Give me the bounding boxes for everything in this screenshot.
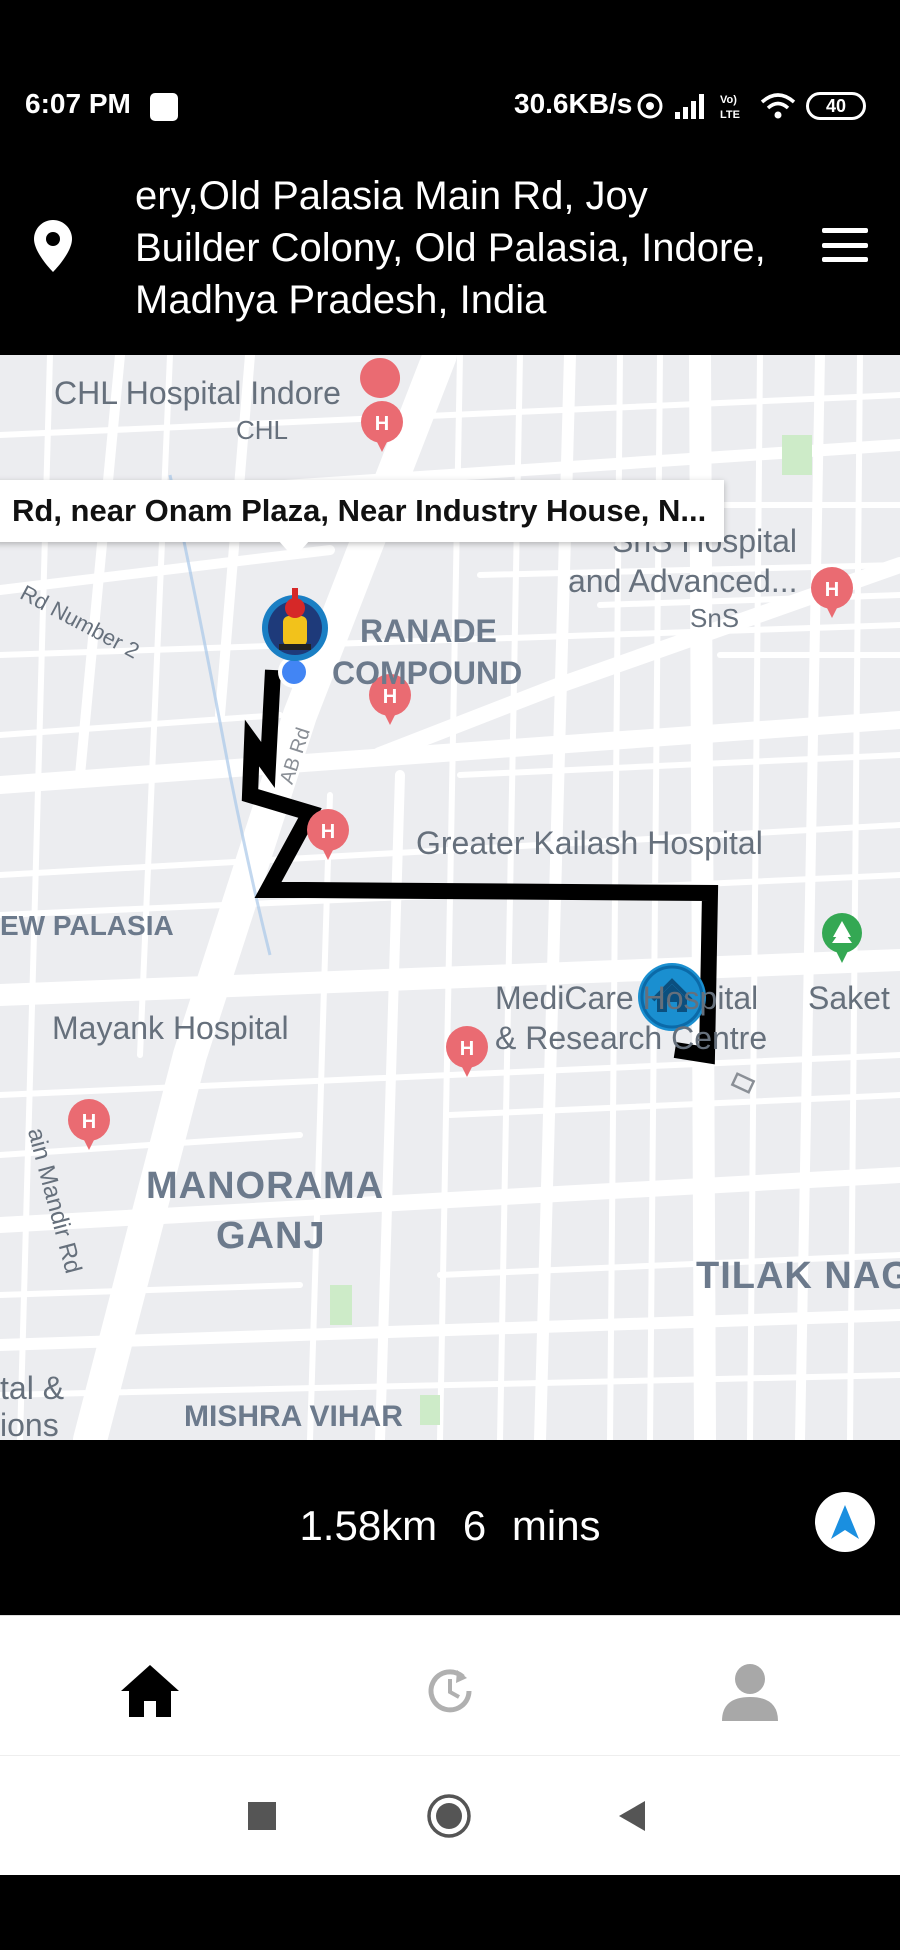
bottom-tab-bar — [0, 1615, 900, 1755]
svg-text:H: H — [460, 1038, 474, 1060]
tab-history[interactable] — [415, 1656, 485, 1726]
home-circle-icon — [427, 1794, 471, 1838]
map-label-medicare-2: & Research Centre — [495, 1020, 768, 1056]
hospital-pin-icon[interactable]: H — [307, 809, 349, 860]
location-pin-icon — [34, 220, 72, 272]
hamburger-menu-icon[interactable] — [822, 228, 868, 262]
home-icon — [121, 1665, 179, 1717]
svg-text:H: H — [825, 579, 839, 601]
battery-icon: 40 — [806, 92, 866, 120]
map-label-chl: CHL — [236, 415, 289, 445]
map-label-ranade: RANADE — [360, 613, 497, 649]
map-label-medicare-1: MediCare Hospital — [495, 980, 759, 1016]
map-label-mayank: Mayank Hospital — [52, 1010, 289, 1046]
back-triangle-icon — [619, 1801, 645, 1831]
status-time: 6:07 PM — [25, 88, 131, 119]
system-navigation-bar — [0, 1755, 900, 1875]
map-label-ions: ions — [0, 1407, 59, 1440]
map-label-new-palasia: EW PALASIA — [0, 910, 174, 941]
back-button[interactable] — [602, 1786, 662, 1846]
recents-square-icon — [248, 1802, 276, 1830]
volte-icon: Vo) LTE — [720, 94, 740, 121]
map-label-tal: tal & — [0, 1370, 65, 1406]
svg-text:H: H — [82, 1111, 96, 1133]
navigation-arrow-icon — [831, 1505, 859, 1539]
map-label-greater-kailash: Greater Kailash Hospital — [416, 825, 763, 861]
pickup-address-callout[interactable]: Rd, near Onam Plaza, Near Industry House… — [0, 480, 725, 542]
status-icons: Vo) LTE 40 — [636, 88, 866, 124]
map-label-mishra-vihar: MISHRA VIHAR — [184, 1400, 403, 1433]
recents-button[interactable] — [232, 1786, 292, 1846]
profile-icon — [722, 1664, 778, 1721]
network-speed: 30.6KB/s — [514, 88, 633, 119]
rider-marker-icon[interactable] — [262, 588, 328, 661]
hospital-pin-icon[interactable] — [360, 358, 401, 398]
map-label-compound: COMPOUND — [332, 655, 523, 691]
map-label-chl-hospital: CHL Hospital Indore — [54, 375, 341, 411]
map-view[interactable]: H H H H H H CHL Hospital Indore CHL Hosp… — [0, 355, 900, 1440]
svg-text:Vo): Vo) — [720, 94, 737, 106]
address-header: ery,Old Palasia Main Rd, Joy Builder Col… — [0, 150, 900, 355]
map-label-tilak-nagar: TILAK NAG — [696, 1255, 900, 1297]
history-icon — [428, 1669, 472, 1713]
tab-home[interactable] — [115, 1656, 185, 1726]
hospital-pin-icon[interactable]: H — [446, 1026, 488, 1077]
map-label-ganj: GANJ — [216, 1215, 326, 1257]
hotspot-icon — [637, 93, 663, 119]
wifi-icon — [760, 93, 796, 119]
route-info-bar: 1.58km 6 mins — [0, 1440, 900, 1615]
map-label-sns-advanced: and Advanced... — [568, 563, 798, 599]
hospital-pin-icon[interactable]: H — [68, 1099, 110, 1150]
map-label-saket: Saket C — [808, 980, 900, 1016]
status-bar: 6:07 PM 30.6KB/s Vo) LTE 40 — [0, 0, 900, 150]
notification-icon — [150, 93, 178, 121]
route-duration: 6 mins — [462, 1502, 601, 1549]
callout-pointer — [278, 540, 310, 558]
route-distance: 1.58km — [299, 1502, 438, 1549]
signal-icon — [675, 94, 704, 119]
current-address: ery,Old Palasia Main Rd, Joy Builder Col… — [135, 174, 766, 322]
svg-text:LTE: LTE — [720, 109, 740, 121]
map-label-manorama: MANORAMA — [146, 1165, 385, 1207]
tab-profile[interactable] — [715, 1656, 785, 1726]
svg-text:H: H — [321, 821, 335, 843]
svg-text:H: H — [375, 413, 389, 435]
navigate-button[interactable] — [815, 1492, 875, 1552]
bottom-bezel — [0, 1875, 900, 1950]
system-home-button[interactable] — [419, 1786, 479, 1846]
route-summary: 1.58km 6 mins — [0, 1502, 900, 1550]
map-label-sns: SnS — [690, 603, 740, 633]
